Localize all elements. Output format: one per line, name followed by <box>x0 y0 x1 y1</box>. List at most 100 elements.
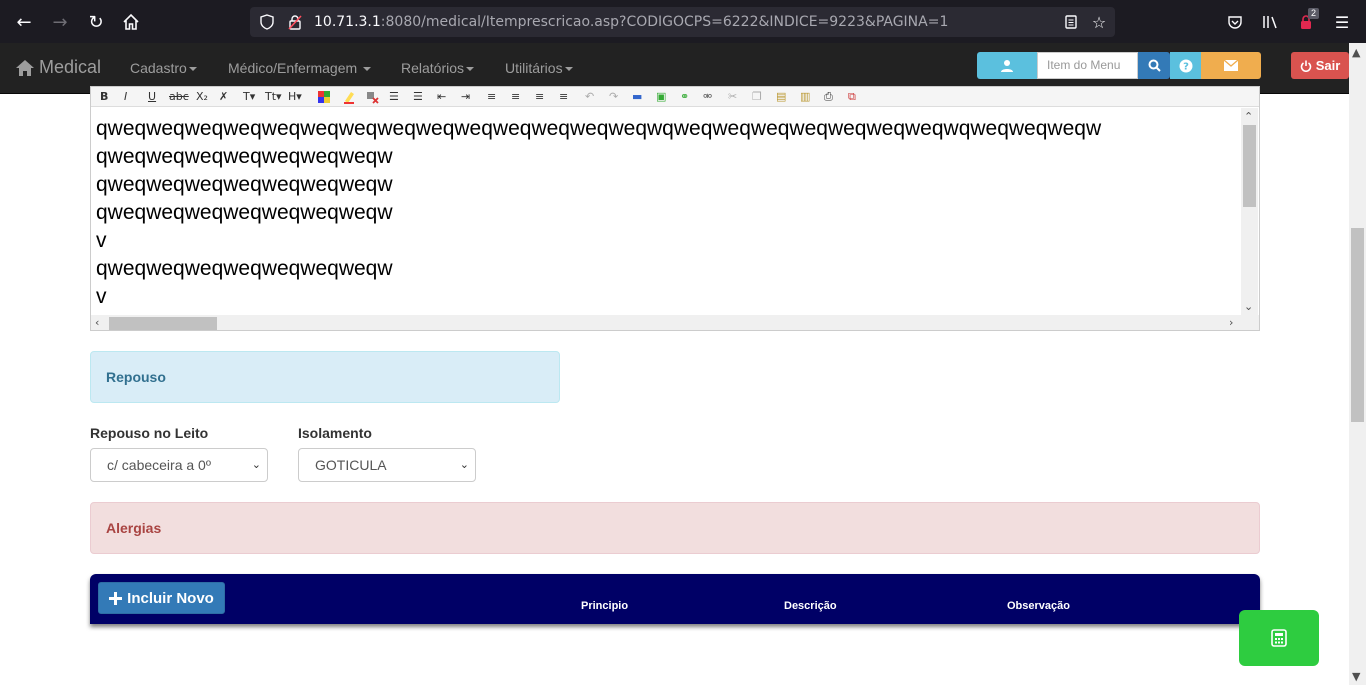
pocket-icon[interactable] <box>1224 11 1246 33</box>
page-scrollbar-thumb[interactable] <box>1351 228 1364 422</box>
indent-icon[interactable]: ⇥ <box>461 90 470 104</box>
add-new-button[interactable]: Incluir Novo <box>98 582 225 614</box>
svg-text:?: ? <box>1183 61 1189 72</box>
subscript-icon[interactable]: X₂ <box>196 90 208 104</box>
editor-vertical-thumb[interactable] <box>1243 125 1256 207</box>
menu-utilitarios[interactable]: Utilitários <box>505 60 573 76</box>
bookmark-star-icon[interactable]: ☆ <box>1088 11 1110 33</box>
font-size-icon[interactable]: Tt▾ <box>265 90 282 104</box>
strikethrough-icon[interactable]: abc <box>169 90 189 104</box>
repouso-leito-value: c/ cabeceira a 0º <box>107 457 211 473</box>
menu-relatorios-label: Relatórios <box>401 60 465 76</box>
messages-button[interactable] <box>1201 52 1261 79</box>
outdent-icon[interactable]: ⇤ <box>437 90 446 104</box>
editor-horizontal-scrollbar[interactable] <box>91 315 1259 330</box>
image-icon[interactable]: ▣ <box>656 90 666 104</box>
ordered-list-icon[interactable]: ☰ <box>413 90 423 104</box>
copy-icon[interactable]: ❐ <box>752 90 762 104</box>
forward-icon[interactable]: → <box>48 10 72 34</box>
text-color-icon[interactable] <box>317 90 331 104</box>
unlink-icon[interactable]: ⚮ <box>703 90 712 104</box>
back-icon[interactable]: ← <box>12 10 36 34</box>
scroll-left-icon[interactable]: ‹ <box>95 316 99 329</box>
bold-icon[interactable]: B <box>100 90 108 104</box>
question-icon: ? <box>1179 59 1193 72</box>
menu-cadastro-label: Cadastro <box>130 60 187 76</box>
menu-relatorios[interactable]: Relatórios <box>401 60 475 76</box>
insecure-lock-icon[interactable] <box>284 11 306 33</box>
isolamento-select[interactable]: GOTICULA ⌄ <box>298 448 476 482</box>
editor-horizontal-thumb[interactable] <box>109 317 217 330</box>
search-icon <box>1148 59 1161 72</box>
page-scroll-down-icon[interactable]: ▼ <box>1352 670 1360 683</box>
link-icon[interactable]: ⚭ <box>680 90 689 104</box>
remove-format-icon[interactable]: ✗ <box>219 90 228 104</box>
align-left-icon[interactable]: ≡ <box>487 90 496 104</box>
font-family-icon[interactable]: T▾ <box>243 90 255 104</box>
underline-icon[interactable]: U <box>148 90 156 104</box>
save-fab-button[interactable] <box>1239 610 1319 666</box>
search-button[interactable] <box>1138 52 1170 79</box>
chevron-down-icon: ⌄ <box>459 458 469 471</box>
paste-text-icon[interactable]: ▥ <box>800 90 810 104</box>
scroll-down-icon[interactable]: ⌄ <box>1244 300 1253 313</box>
isolamento-label: Isolamento <box>298 425 372 441</box>
reader-view-icon[interactable] <box>1060 11 1082 33</box>
url-text[interactable]: 10.71.3.1:8080/medical/Itemprescricao.as… <box>314 14 948 30</box>
url-bar[interactable]: 10.71.3.1:8080/medical/Itemprescricao.as… <box>250 7 1115 37</box>
menu-search-input[interactable]: Item do Menu <box>1037 52 1138 79</box>
menu-cadastro[interactable]: Cadastro <box>130 60 197 76</box>
repouso-leito-select[interactable]: c/ cabeceira a 0º ⌄ <box>90 448 268 482</box>
caret-icon <box>466 67 475 72</box>
brand[interactable]: Medical <box>15 57 101 78</box>
repouso-panel: Repouso <box>90 351 560 403</box>
calculator-icon <box>1271 629 1287 647</box>
scroll-right-icon[interactable]: › <box>1229 316 1233 329</box>
url-path: :8080/medical/Itemprescricao.asp?CODIGOC… <box>380 14 949 30</box>
reload-icon[interactable]: ↻ <box>84 10 108 34</box>
horizontal-rule-icon[interactable]: ▬ <box>632 90 642 104</box>
user-button[interactable] <box>977 52 1037 79</box>
menu-medico-enfermagem[interactable]: Médico/Enfermagem <box>228 60 372 76</box>
home-icon <box>16 59 34 76</box>
align-center-icon[interactable]: ≡ <box>511 90 520 104</box>
italic-icon[interactable]: I <box>124 90 127 104</box>
column-header-descricao: Descrição <box>784 600 837 612</box>
print-icon[interactable]: ⎙ <box>824 90 833 104</box>
scroll-up-icon[interactable]: ⌃ <box>1244 110 1253 123</box>
redo-icon[interactable]: ↷ <box>609 90 618 104</box>
justify-icon[interactable]: ≡ <box>559 90 568 104</box>
rich-text-editor[interactable]: B I U abc X₂ ✗ T▾ Tt▾ H▾ ☰ ☰ ⇤ ⇥ ≡ ≡ ≡ ≡… <box>90 86 1260 331</box>
repouso-leito-label: Repouso no Leito <box>90 425 209 441</box>
eraser-icon[interactable] <box>365 90 379 104</box>
logout-button[interactable]: Sair <box>1291 52 1349 79</box>
caret-icon <box>188 67 197 72</box>
home-icon[interactable] <box>119 10 143 34</box>
cut-icon[interactable]: ✂ <box>728 90 737 104</box>
source-code-icon[interactable]: ⧉ <box>848 90 856 104</box>
undo-icon[interactable]: ↶ <box>585 90 594 104</box>
browser-toolbar: ← → ↻ 10.71.3.1:8080/medical/Itemprescri… <box>0 0 1366 43</box>
url-host: 10.71.3.1 <box>314 14 381 30</box>
caret-icon <box>564 67 573 72</box>
plus-icon <box>109 591 123 605</box>
paste-icon[interactable]: ▤ <box>776 90 786 104</box>
shield-icon[interactable] <box>256 11 278 33</box>
heading-icon[interactable]: H▾ <box>288 90 302 104</box>
editor-line: qweqweqweqweqweqweqweqw <box>96 201 393 224</box>
help-button[interactable]: ? <box>1170 52 1202 79</box>
unordered-list-icon[interactable]: ☰ <box>389 90 399 104</box>
chevron-down-icon: ⌄ <box>251 458 261 471</box>
library-icon[interactable] <box>1260 11 1282 33</box>
editor-content[interactable]: qweqweqweqweqweqweqweqweqweqweqweqweqweq… <box>96 115 1241 315</box>
editor-line: qweqweqweqweqweqweqweqw <box>96 145 393 168</box>
editor-toolbar: B I U abc X₂ ✗ T▾ Tt▾ H▾ ☰ ☰ ⇤ ⇥ ≡ ≡ ≡ ≡… <box>91 87 1259 107</box>
align-right-icon[interactable]: ≡ <box>535 90 544 104</box>
page-scroll-up-icon[interactable]: ▲ <box>1352 46 1360 59</box>
highlight-icon[interactable] <box>342 90 356 104</box>
menu-medico-label: Médico/Enfermagem <box>228 60 358 76</box>
logout-label: Sair <box>1315 58 1341 73</box>
user-icon <box>1001 59 1013 72</box>
column-header-principio: Principio <box>581 600 629 612</box>
hamburger-menu-icon[interactable]: ☰ <box>1331 11 1353 33</box>
